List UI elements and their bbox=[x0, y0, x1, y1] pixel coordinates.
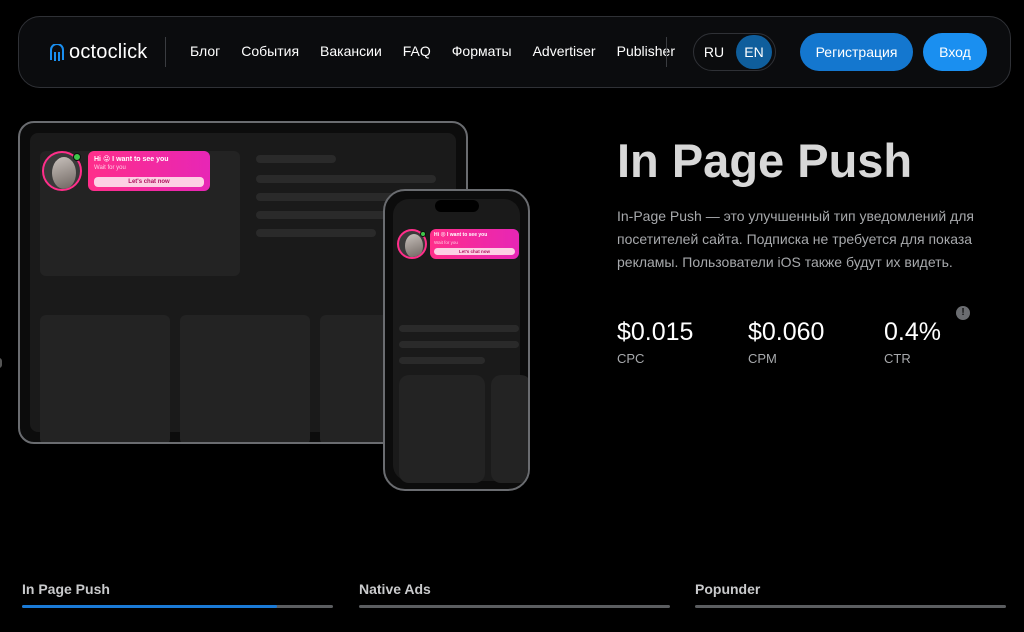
stat-cpm: $0.060 CPM bbox=[748, 318, 824, 366]
notification-subtitle: Wait for you bbox=[94, 165, 126, 171]
nav-divider bbox=[165, 37, 166, 67]
stat-label: CPC bbox=[617, 351, 645, 366]
logo-text: octoclick bbox=[69, 41, 148, 63]
stat-label: CTR bbox=[884, 351, 911, 366]
tab-label: In Page Push bbox=[22, 581, 110, 597]
octoclick-logo-icon bbox=[50, 43, 64, 61]
notification-chat-button[interactable]: Let's chat now bbox=[94, 177, 204, 187]
register-button[interactable]: Регистрация bbox=[800, 33, 913, 71]
main-menu: Блог События Вакансии FAQ Форматы Advert… bbox=[190, 43, 675, 59]
avatar-face bbox=[405, 234, 423, 257]
placeholder-line bbox=[256, 155, 336, 163]
tab-popunder[interactable]: Popunder bbox=[695, 581, 1006, 608]
notification-title: Hi 😜 I want to see you bbox=[434, 232, 488, 238]
top-navbar: octoclick Блог События Вакансии FAQ Форм… bbox=[18, 16, 1011, 88]
stat-ctr: 0.4% CTR bbox=[884, 318, 941, 366]
tab-in-page-push[interactable]: In Page Push bbox=[22, 581, 333, 608]
placeholder-card bbox=[491, 375, 528, 483]
placeholder-line bbox=[399, 325, 519, 332]
tab-label: Native Ads bbox=[359, 581, 431, 597]
push-notification[interactable]: Hi 😜 I want to see you Wait for you Let'… bbox=[430, 229, 519, 259]
avatar-face bbox=[52, 157, 76, 189]
notification-title: Hi 😜 I want to see you bbox=[94, 156, 169, 163]
placeholder-line bbox=[399, 357, 485, 364]
push-notification[interactable]: Hi 😜 I want to see you Wait for you Let'… bbox=[88, 151, 210, 191]
stat-value: $0.060 bbox=[748, 318, 825, 346]
placeholder-line bbox=[256, 229, 376, 237]
tab-native-ads[interactable]: Native Ads bbox=[359, 581, 670, 608]
tab-progress-fill bbox=[22, 605, 278, 608]
menu-item-advertiser[interactable]: Advertiser bbox=[533, 43, 596, 59]
phone-notch bbox=[435, 200, 479, 212]
menu-item-faq[interactable]: FAQ bbox=[403, 43, 431, 59]
tab-progress-track bbox=[22, 605, 333, 608]
stat-value: 0.4% bbox=[884, 318, 941, 346]
menu-item-formats[interactable]: Форматы bbox=[452, 43, 512, 59]
notification-subtitle: Wait for you bbox=[434, 240, 458, 245]
page-title: In Page Push bbox=[617, 134, 913, 187]
stat-value: $0.015 bbox=[617, 318, 694, 346]
menu-item-blog[interactable]: Блог bbox=[190, 43, 220, 59]
language-ru-button[interactable]: RU bbox=[694, 44, 734, 60]
tab-progress-track bbox=[359, 605, 670, 608]
online-status-icon bbox=[420, 231, 426, 237]
placeholder-card bbox=[399, 375, 485, 483]
notification-chat-button[interactable]: Let's chat now bbox=[434, 248, 515, 255]
menu-item-vacancies[interactable]: Вакансии bbox=[320, 43, 382, 59]
tab-progress-track bbox=[695, 605, 1006, 608]
stat-cpc: $0.015 CPC bbox=[617, 318, 693, 366]
login-button[interactable]: Вход bbox=[923, 33, 987, 71]
language-switcher: RU EN bbox=[693, 33, 776, 71]
online-status-icon bbox=[73, 153, 81, 161]
placeholder-card bbox=[180, 315, 310, 442]
info-icon[interactable]: ! bbox=[956, 306, 970, 320]
nav-divider bbox=[666, 37, 667, 67]
placeholder-line bbox=[399, 341, 519, 348]
placeholder-line bbox=[256, 175, 436, 183]
slider-edge-handle bbox=[0, 358, 2, 368]
logo[interactable]: octoclick bbox=[49, 41, 148, 64]
phone-mockup: Hi 😜 I want to see you Wait for you Let'… bbox=[383, 189, 530, 491]
format-description: In-Page Push — это улучшенный тип уведом… bbox=[617, 208, 974, 270]
tab-label: Popunder bbox=[695, 581, 761, 597]
placeholder-card bbox=[40, 315, 170, 442]
menu-item-events[interactable]: События bbox=[241, 43, 299, 59]
language-en-button[interactable]: EN bbox=[736, 35, 772, 69]
stat-label: CPM bbox=[748, 351, 777, 366]
